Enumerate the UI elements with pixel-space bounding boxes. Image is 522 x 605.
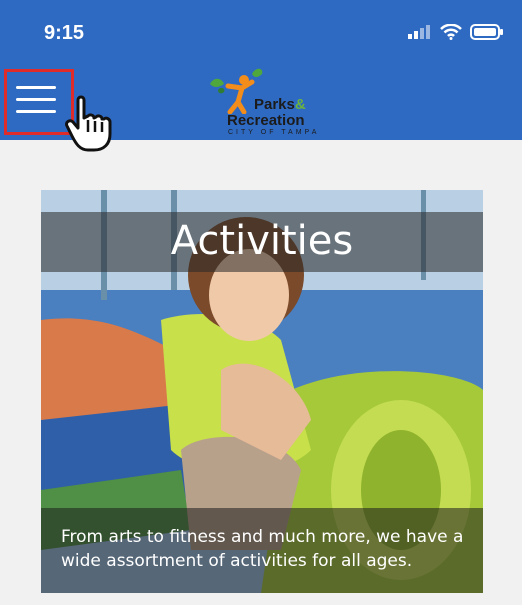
parks-recreation-logo[interactable]: Parks& Recreation CITY OF TAMPA (206, 66, 326, 138)
logo-line-parks: Parks& (254, 96, 306, 113)
pointing-hand-icon (65, 95, 112, 152)
wifi-icon (440, 24, 462, 40)
battery-icon (470, 24, 503, 40)
logo-line-recreation: Recreation (227, 112, 305, 129)
menu-bar-middle (16, 98, 56, 101)
logo-line-city: CITY OF TAMPA (228, 129, 320, 136)
signal-icon (408, 25, 430, 39)
status-icons (408, 24, 504, 40)
hamburger-menu-button[interactable] (14, 80, 60, 120)
activities-card[interactable]: Activities From arts to fitness and much… (41, 190, 483, 593)
status-time: 9:15 (44, 22, 85, 44)
app-header: 9:15 Parks& Recreation CITY OF TAMPA (0, 0, 522, 152)
card-caption: From arts to fitness and much more, we h… (61, 527, 464, 571)
menu-bar-bottom (16, 110, 56, 113)
card-title: Activities (170, 218, 354, 264)
menu-bar-top (16, 86, 56, 89)
